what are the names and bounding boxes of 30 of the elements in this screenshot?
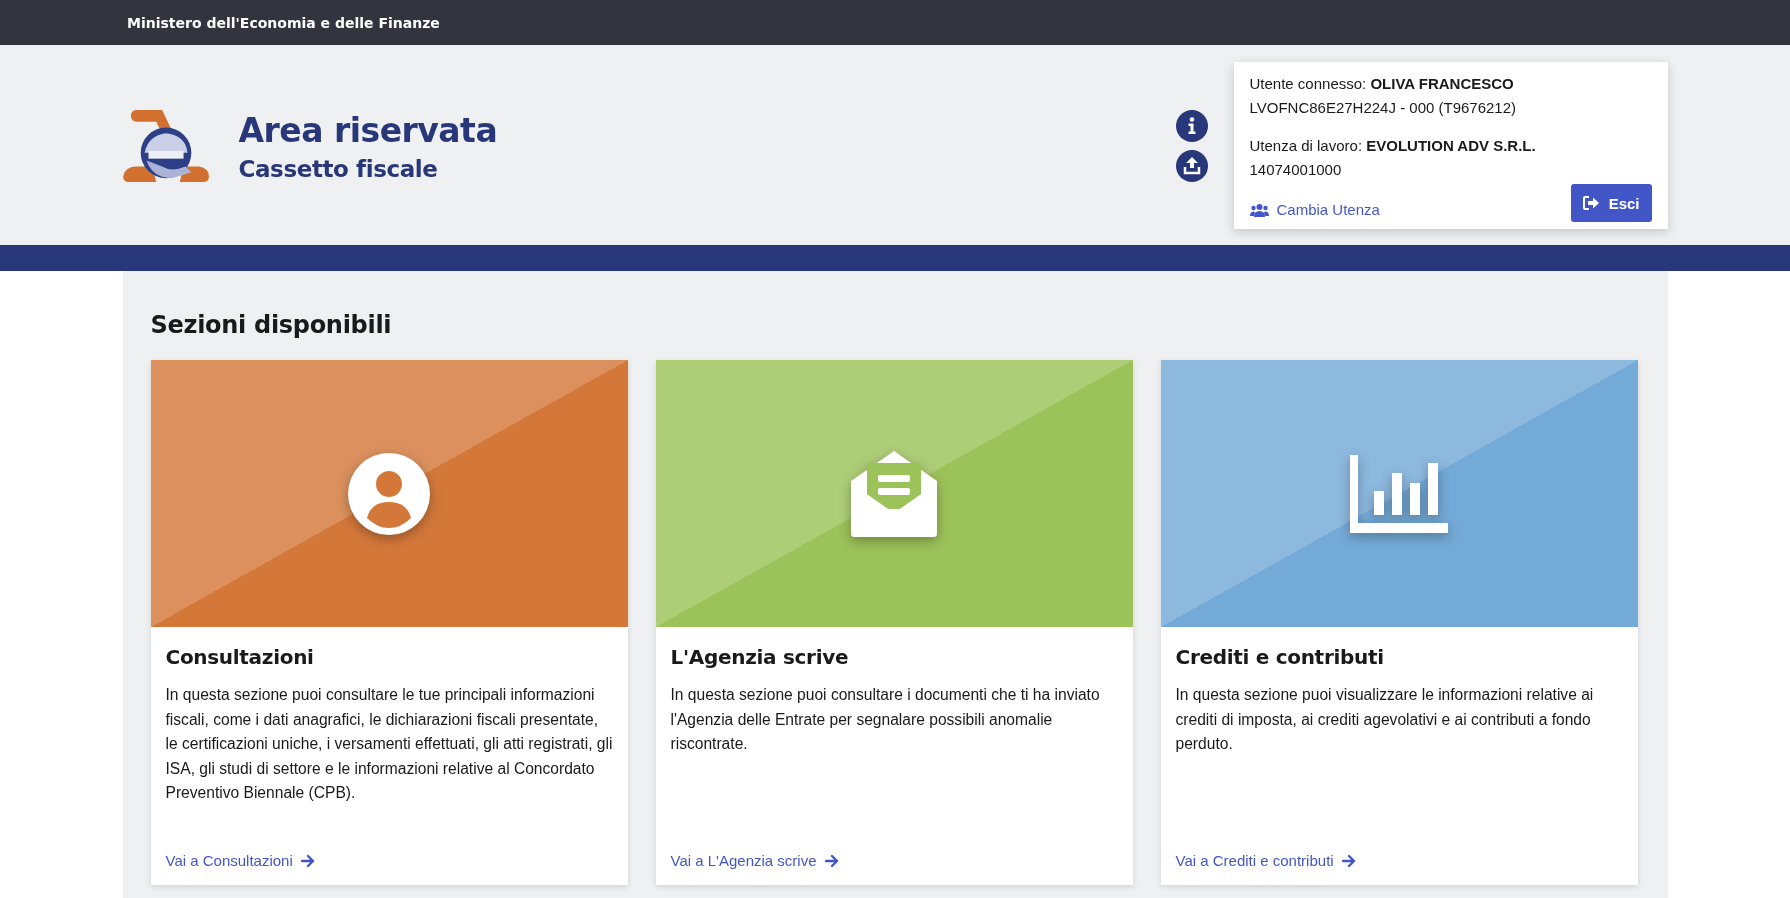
person-icon [347,451,431,536]
switch-user-link[interactable]: Cambia Utenza [1249,201,1380,218]
card-link[interactable]: Vai a L'Agenzia scrive [670,852,840,869]
logout-icon [1582,196,1600,210]
user-code: LVOFNC86E27H224J - 000 (T9676212) [1249,98,1518,118]
section-title: Sezioni disponibili [150,310,393,341]
ministry-name: Ministero dell'Economia e delle Finanze [127,14,440,31]
card-description: In questa sezione puoi consultare i documenti che ti ha inviato l'Agenzia delle Entrate per segnalare possibili anomalie riscontrate. [670,685,1101,754]
card-title: L'Agenzia scrive [670,645,850,669]
arrow-right-icon [1341,853,1357,868]
agency-logo-icon [122,108,211,184]
card-link[interactable]: Vai a Crediti e contributi [1175,852,1357,869]
area-subtitle: Cassetto fiscale [238,155,439,182]
arrow-right-icon [824,853,840,868]
mail-icon [849,450,939,537]
card-description: In questa sezione puoi consultare le tue principali informazioni fiscali, come i dati anagrafici, le dichiarazioni fiscali presentate, le certificazioni uniche, i versamenti effettuati, gli atti registrati, gli ISA, gli studi di settore e le informazioni relative al Concordato Preventivo Biennale (CPB). [165,685,613,803]
users-icon [1249,202,1269,217]
arrow-right-icon [300,853,316,868]
work-account: Utenza di lavoro: EVOLUTION ADV S.R.L. [1249,136,1537,156]
work-account-code: 14074001000 [1249,160,1343,180]
connected-user: Utente connesso: OLIVA FRANCESCO [1249,74,1515,94]
bar-chart-icon [1350,454,1448,533]
card-title: Consultazioni [165,645,315,669]
info-icon[interactable] [1175,110,1208,142]
logout-button[interactable]: Esci [1570,184,1652,222]
card-description: In questa sezione puoi visualizzare le informazioni relative ai crediti di imposta, ai crediti agevolativi e ai contributi a fondo perduto. [1175,685,1595,754]
upload-icon[interactable] [1175,150,1208,182]
card-link[interactable]: Vai a Consultazioni [165,852,316,869]
card-title: Crediti e contributi [1175,645,1385,669]
area-title: Area riservata [238,110,498,150]
